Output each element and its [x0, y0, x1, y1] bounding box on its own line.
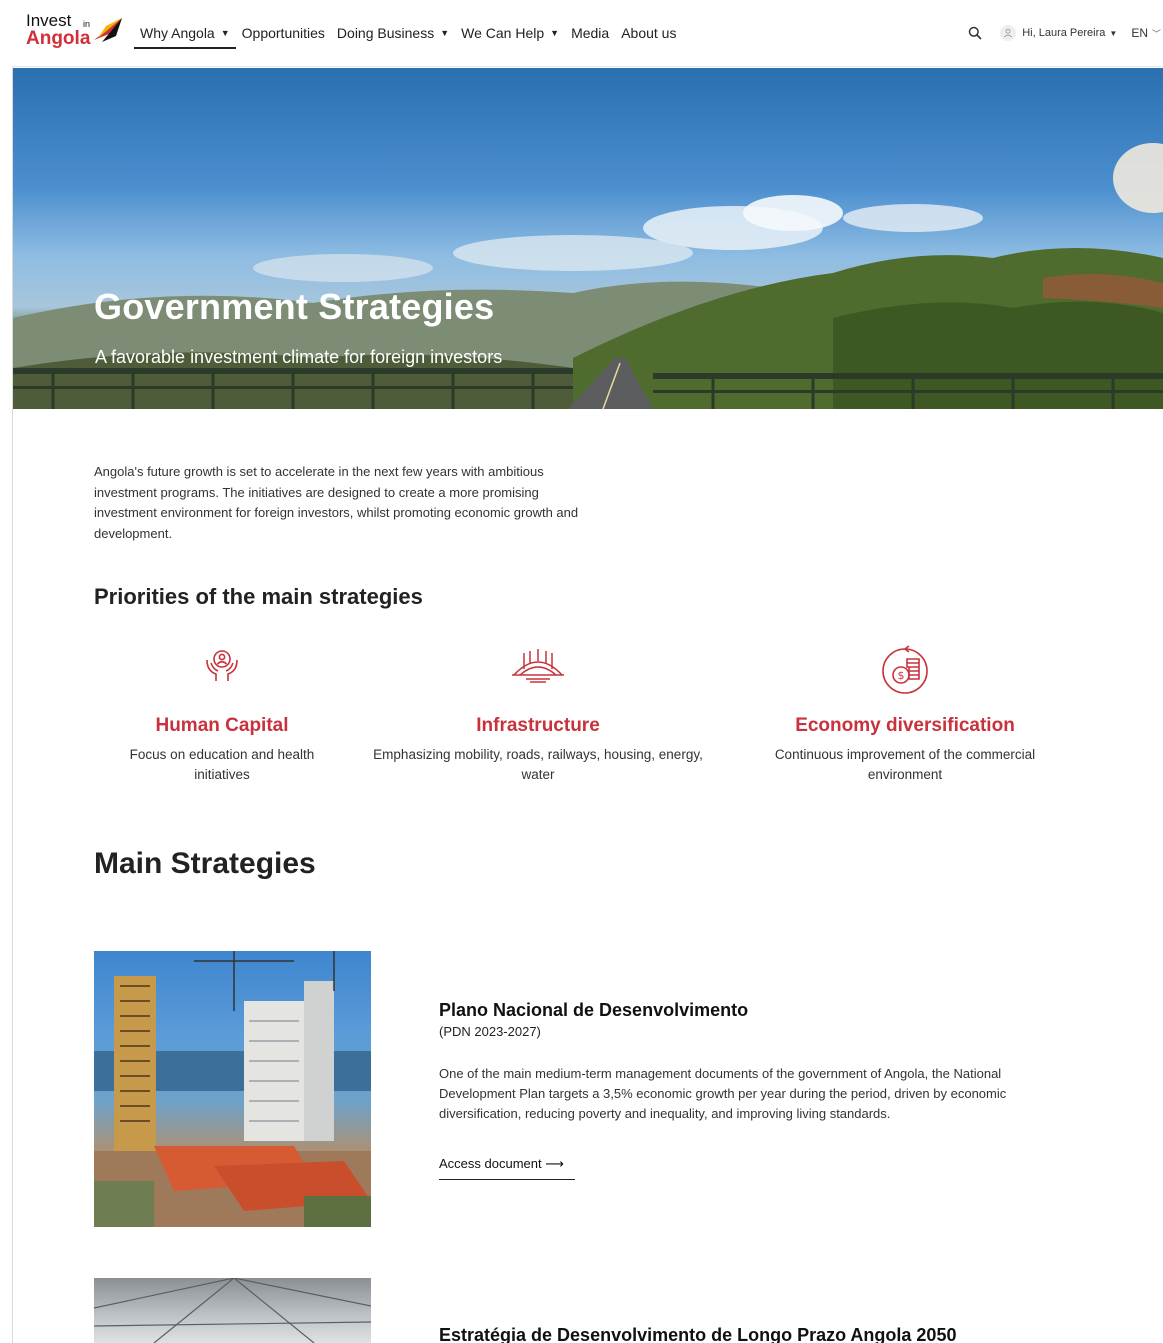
- priority-human-capital: Human Capital Focus on education and hea…: [110, 645, 334, 785]
- priority-title: Infrastructure: [476, 715, 600, 736]
- nav-media[interactable]: Media: [571, 25, 609, 41]
- user-greeting: Hi, Laura Pereira: [1022, 27, 1106, 39]
- page-subtitle: A favorable investment climate for forei…: [95, 347, 503, 367]
- angola-2050-image: [94, 1278, 371, 1343]
- nav-about-us-label: About us: [621, 25, 677, 41]
- nav-about-us[interactable]: About us: [621, 25, 676, 41]
- strategy-title: Estratégia de Desenvolvimento de Longo P…: [439, 1325, 957, 1343]
- economy-coins-icon: $: [882, 645, 928, 694]
- arrow-right-icon: ⟶: [545, 1156, 564, 1171]
- chevron-down-icon: ▼: [220, 28, 230, 38]
- priority-text: Emphasizing mobility, roads, railways, h…: [373, 747, 703, 782]
- chevron-down-icon: ▼: [550, 28, 560, 38]
- site-header: Invest in Angola Why Angola ▼ Opportuniti…: [12, 0, 1163, 67]
- nav-opportunities[interactable]: Opportunities: [242, 25, 325, 41]
- nav-we-can-help[interactable]: We Can Help ▼: [461, 25, 559, 41]
- nav-why-angola[interactable]: Why Angola ▼: [134, 25, 236, 49]
- city-buildings-photo: [94, 951, 371, 1227]
- search-button[interactable]: [964, 22, 986, 44]
- search-icon: [968, 26, 982, 40]
- chevron-down-icon: ▼: [1109, 28, 1118, 38]
- nav-why-angola-label: Why Angola: [140, 25, 215, 41]
- access-document-label: Access document: [439, 1156, 542, 1171]
- priority-title: Human Capital: [155, 715, 289, 736]
- hero-banner: Government Strategies A favorable invest…: [13, 68, 1163, 409]
- priorities-heading: Priorities of the main strategies: [94, 584, 423, 609]
- intro-paragraph: Angola's future growth is set to acceler…: [94, 464, 579, 541]
- access-document-link[interactable]: Access document ⟶: [439, 1156, 575, 1180]
- invest-in-angola-logo[interactable]: Invest in Angola: [26, 12, 126, 52]
- chevron-down-icon: ﹀: [1151, 28, 1161, 39]
- priority-text: Focus on education and health initiative…: [129, 747, 315, 782]
- logo-text-angola: Angola: [26, 28, 91, 49]
- user-icon: [1004, 28, 1013, 38]
- nav-media-label: Media: [571, 25, 610, 41]
- nav-doing-business[interactable]: Doing Business ▼: [337, 25, 449, 41]
- nav-doing-business-label: Doing Business: [336, 25, 435, 41]
- user-menu[interactable]: Hi, Laura Pereira ▼: [1000, 25, 1117, 41]
- language-selector[interactable]: EN ﹀: [1131, 26, 1161, 40]
- page-title: Government Strategies: [94, 286, 495, 327]
- strategy-subtitle: (PDN 2023-2027): [439, 1024, 541, 1039]
- header-right: Hi, Laura Pereira ▼ EN ﹀: [964, 22, 1163, 44]
- main-nav: Why Angola ▼ Opportunities Doing Business…: [134, 22, 688, 49]
- priority-title: Economy diversification: [795, 715, 1015, 736]
- human-capital-icon: [206, 650, 238, 681]
- language-label: EN: [1131, 26, 1148, 40]
- strategy-description: One of the main medium-term management d…: [439, 1066, 1007, 1121]
- main-strategies-heading: Main Strategies: [94, 847, 316, 880]
- pdn-city-image: [94, 951, 371, 1227]
- nav-opportunities-label: Opportunities: [241, 25, 325, 41]
- nav-we-can-help-label: We Can Help: [461, 25, 545, 41]
- logo-arrow-icon: [94, 18, 122, 42]
- avatar: [1000, 25, 1017, 41]
- priority-infrastructure: Infrastructure Emphasizing mobility, roa…: [360, 645, 716, 785]
- strategy-title: Plano Nacional de Desenvolvimento: [439, 1000, 749, 1020]
- chevron-down-icon: ▼: [440, 28, 450, 38]
- priority-text: Continuous improvement of the commercial…: [774, 747, 1036, 782]
- svg-text:$: $: [898, 669, 905, 682]
- infrastructure-bridge-icon: [512, 649, 564, 683]
- priority-economy-diversification: $ Economy diversification Continuous imp…: [756, 645, 1054, 785]
- greenhouse-photo: [94, 1278, 371, 1343]
